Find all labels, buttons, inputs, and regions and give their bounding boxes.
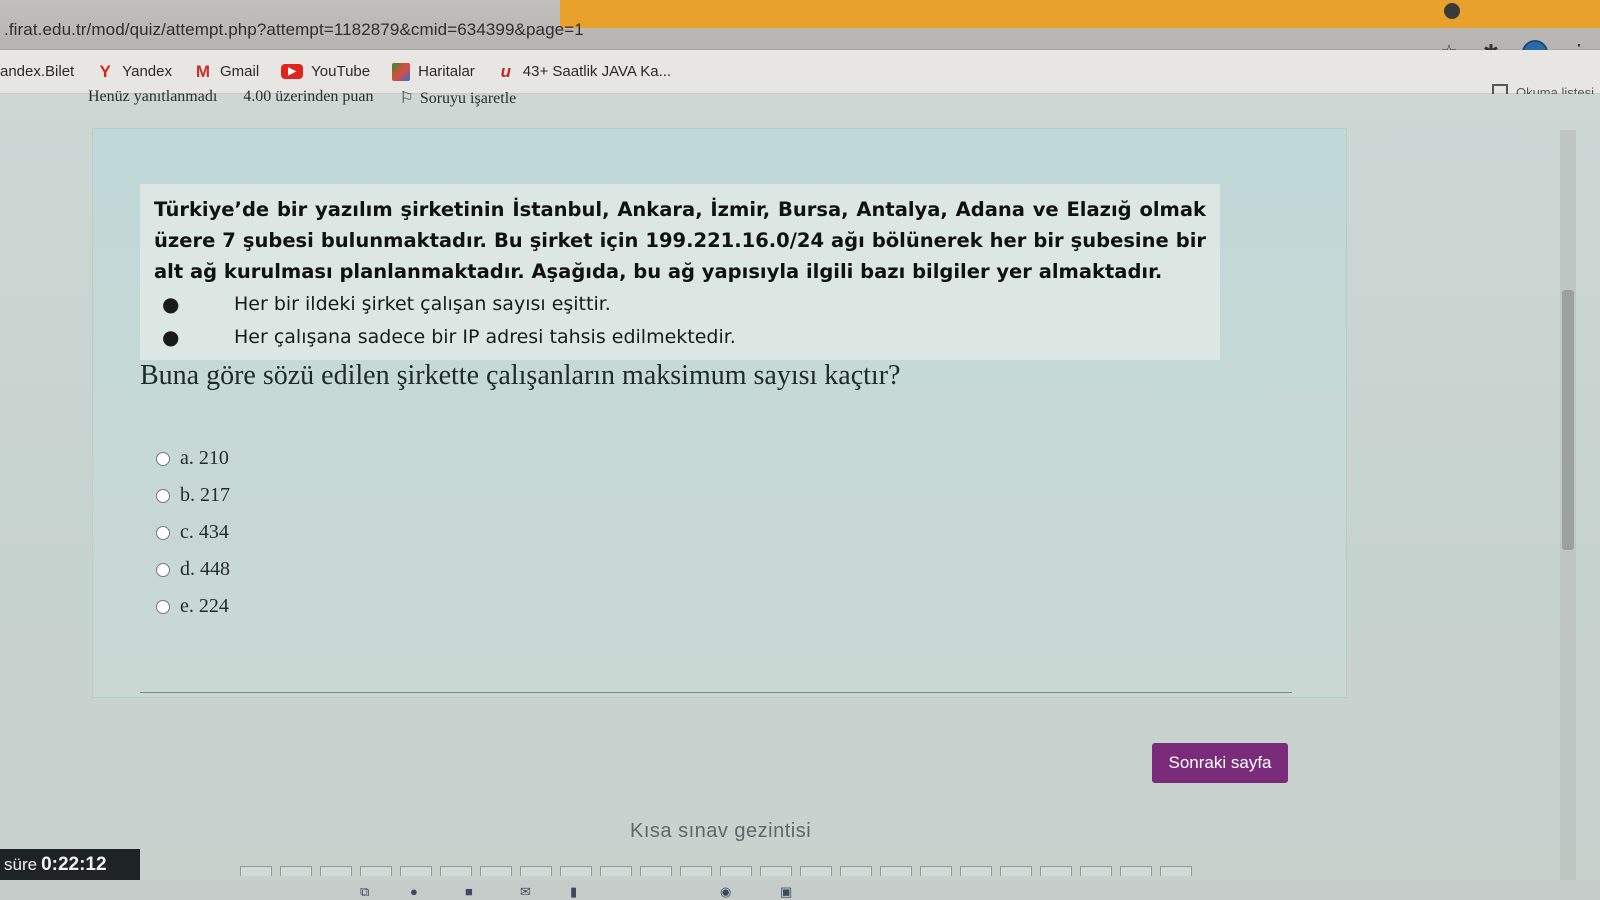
browser-address-bar: .firat.edu.tr/mod/quiz/attempt.php?attem… bbox=[0, 0, 1600, 66]
bookmark-label: Gmail bbox=[219, 63, 260, 80]
bookmark-label: Yandex bbox=[122, 63, 172, 80]
quiz-navigation-buttons bbox=[240, 866, 1192, 876]
bookmark-label: Haritalar bbox=[418, 63, 475, 80]
answer-option-a[interactable]: a. 210 bbox=[156, 440, 230, 477]
question-bullets: ● Her bir ildeki şirket çalışan sayısı e… bbox=[154, 287, 1206, 353]
answer-label: b. 217 bbox=[180, 484, 230, 506]
bookmark-youtube[interactable]: ▶ YouTube bbox=[281, 63, 370, 80]
answer-label: a. 210 bbox=[180, 447, 229, 469]
question-points: 4.00 üzerinden puan bbox=[243, 88, 374, 105]
answer-option-b[interactable]: b. 217 bbox=[156, 477, 230, 514]
bullet-text: Her çalışana sadece bir IP adresi tahsis… bbox=[234, 325, 736, 348]
nav-question-button[interactable] bbox=[560, 866, 592, 876]
nav-question-button[interactable] bbox=[480, 866, 512, 876]
nav-question-button[interactable] bbox=[640, 866, 672, 876]
question-status: Henüz yanıtlanmadı bbox=[88, 88, 218, 105]
nav-question-button[interactable] bbox=[760, 866, 792, 876]
os-taskbar bbox=[0, 880, 1600, 900]
list-item: ● Her bir ildeki şirket çalışan sayısı e… bbox=[154, 287, 1206, 320]
answer-label: e. 224 bbox=[180, 595, 229, 617]
nav-question-button[interactable] bbox=[400, 866, 432, 876]
yandex-icon: Y bbox=[99, 61, 111, 81]
answer-radio-c[interactable] bbox=[156, 525, 170, 540]
nav-question-button[interactable] bbox=[840, 866, 872, 876]
nav-question-button[interactable] bbox=[360, 866, 392, 876]
nav-question-button[interactable] bbox=[280, 866, 312, 876]
udemy-icon: u bbox=[500, 61, 511, 81]
nav-question-button[interactable] bbox=[1080, 866, 1112, 876]
office-icon[interactable]: ▮ bbox=[570, 884, 577, 900]
nav-question-button[interactable] bbox=[960, 866, 992, 876]
nav-question-button[interactable] bbox=[1160, 866, 1192, 876]
task-view-icon[interactable]: ⧉ bbox=[360, 884, 369, 900]
edge-icon[interactable]: ● bbox=[410, 884, 418, 899]
nav-question-button[interactable] bbox=[800, 866, 832, 876]
nav-question-button[interactable] bbox=[920, 866, 952, 876]
list-item: ● Her çalışana sadece bir IP adresi tahs… bbox=[154, 320, 1206, 353]
answer-label: d. 448 bbox=[180, 558, 230, 580]
app-icon[interactable]: ▣ bbox=[780, 884, 792, 900]
nav-question-button[interactable] bbox=[600, 866, 632, 876]
bookmark-yandex[interactable]: Y Yandex bbox=[96, 62, 172, 82]
flag-icon: ⚐ bbox=[399, 90, 414, 107]
bookmark-gmail[interactable]: M Gmail bbox=[194, 62, 259, 82]
answer-option-c[interactable]: c. 434 bbox=[156, 514, 230, 551]
quiz-navigation-title: Kısa sınav gezintisi bbox=[630, 820, 812, 842]
nav-question-button[interactable] bbox=[1000, 866, 1032, 876]
question-text-box: Türkiye’de bir yazılım şirketinin İstanb… bbox=[140, 184, 1220, 360]
bullet-icon: ● bbox=[162, 324, 180, 349]
quiz-timer: süre 0:22:12 bbox=[0, 849, 140, 881]
page-scrollbar[interactable] bbox=[1560, 130, 1576, 890]
nav-question-button[interactable] bbox=[440, 866, 472, 876]
bookmark-java-course[interactable]: u 43+ Saatlik JAVA Ka... bbox=[497, 62, 671, 82]
gmail-icon: M bbox=[195, 61, 211, 81]
scrollbar-thumb[interactable] bbox=[1562, 290, 1574, 550]
bullet-text: Her bir ildeki şirket çalışan sayısı eşi… bbox=[234, 292, 611, 315]
nav-question-button[interactable] bbox=[1120, 866, 1152, 876]
question-prompt: Buna göre sözü edilen şirkette çalışanla… bbox=[140, 360, 901, 391]
answer-options: a. 210 b. 217 c. 434 d. 448 e. 224 bbox=[156, 440, 230, 625]
store-icon[interactable]: ■ bbox=[465, 884, 473, 899]
question-info: Henüz yanıtlanmadı 4.00 üzerinden puan ⚐… bbox=[88, 88, 516, 108]
flag-question-label: Soruyu işaretle bbox=[419, 90, 517, 107]
nav-question-button[interactable] bbox=[520, 866, 552, 876]
bookmark-label: andex.Bilet bbox=[0, 63, 75, 80]
answer-radio-d[interactable] bbox=[156, 562, 170, 577]
nav-question-button[interactable] bbox=[680, 866, 712, 876]
nav-question-button[interactable] bbox=[1040, 866, 1072, 876]
bullet-icon: ● bbox=[162, 291, 180, 316]
maps-icon bbox=[392, 62, 411, 81]
answer-radio-e[interactable] bbox=[156, 599, 170, 614]
answer-label: c. 434 bbox=[180, 521, 229, 543]
timer-label: süre bbox=[4, 855, 38, 874]
mail-icon[interactable]: ✉ bbox=[520, 884, 531, 900]
next-page-button[interactable]: Sonraki sayfa bbox=[1152, 743, 1288, 783]
nav-question-button[interactable] bbox=[880, 866, 912, 876]
question-text: Türkiye’de bir yazılım şirketinin İstanb… bbox=[154, 198, 1206, 283]
youtube-icon: ▶ bbox=[281, 64, 304, 79]
chrome-icon[interactable]: ◉ bbox=[720, 884, 731, 900]
bookmark-label: YouTube bbox=[311, 63, 371, 80]
nav-question-button[interactable] bbox=[240, 866, 272, 876]
flag-question-link[interactable]: ⚐ Soruyu işaretle bbox=[399, 88, 516, 108]
answer-radio-b[interactable] bbox=[156, 488, 170, 503]
nav-question-button[interactable] bbox=[720, 866, 752, 876]
answer-radio-a[interactable] bbox=[156, 451, 170, 466]
nav-question-button[interactable] bbox=[320, 866, 352, 876]
bookmark-maps[interactable]: Haritalar bbox=[392, 62, 475, 81]
answer-option-e[interactable]: e. 224 bbox=[156, 588, 230, 625]
bookmark-yandex-bilet[interactable]: andex.Bilet bbox=[0, 63, 74, 80]
answer-option-d[interactable]: d. 448 bbox=[156, 551, 230, 588]
record-dot-icon bbox=[1444, 3, 1460, 19]
timer-value: 0:22:12 bbox=[41, 854, 107, 875]
url-field[interactable]: .firat.edu.tr/mod/quiz/attempt.php?attem… bbox=[4, 20, 584, 40]
divider bbox=[140, 692, 1292, 693]
bookmark-label: 43+ Saatlik JAVA Ka... bbox=[522, 63, 672, 80]
